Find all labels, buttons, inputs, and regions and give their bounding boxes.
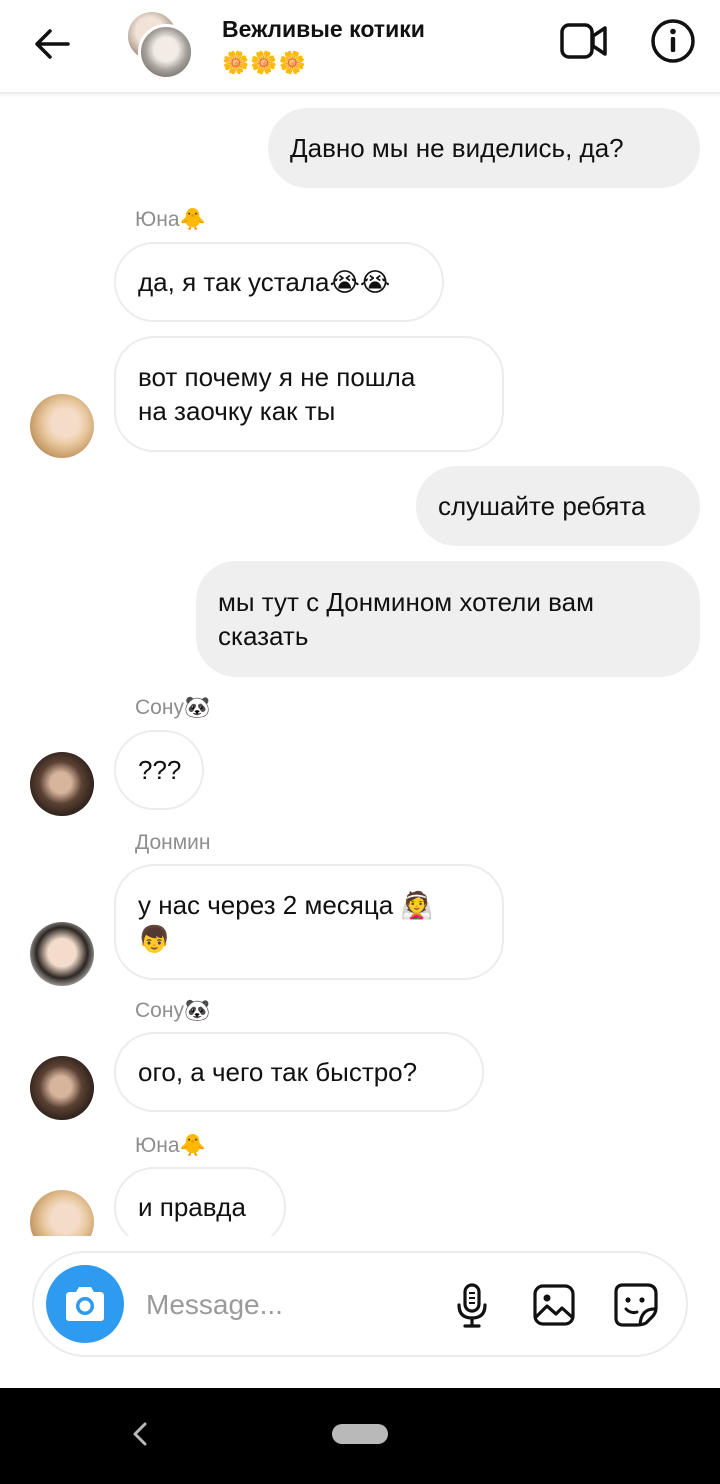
incoming-message[interactable]: да, я так устала😭😭	[114, 242, 444, 322]
gallery-icon	[533, 1284, 575, 1326]
outgoing-message[interactable]: Давно мы не виделись, да?	[268, 108, 700, 188]
sender-name: Юна🐥	[135, 208, 206, 231]
message-composer	[32, 1251, 688, 1357]
sender-name: Юна🐥	[135, 1134, 206, 1157]
gallery-button[interactable]	[530, 1281, 578, 1329]
info-icon	[651, 19, 695, 63]
outgoing-message[interactable]: слушайте ребята	[416, 466, 700, 546]
sender-name: Сону🐼	[135, 696, 211, 719]
outgoing-message[interactable]: мы тут с Донмином хотели вам сказать	[196, 561, 700, 677]
back-button[interactable]	[28, 20, 76, 68]
camera-icon	[66, 1287, 104, 1321]
video-camera-icon	[560, 23, 607, 59]
group-avatar[interactable]	[124, 10, 194, 80]
incoming-message[interactable]: ого, а чего так быстро?	[114, 1032, 484, 1112]
sender-name: Сону🐼	[135, 999, 211, 1022]
incoming-message[interactable]: и правда	[114, 1167, 286, 1236]
sender-name: Донмин	[135, 831, 211, 854]
avatar[interactable]	[30, 1056, 94, 1120]
message-input[interactable]	[144, 1279, 428, 1331]
sticker-icon	[614, 1283, 658, 1327]
camera-button[interactable]	[46, 1265, 124, 1343]
avatar[interactable]	[30, 1190, 94, 1236]
info-button[interactable]	[648, 16, 698, 66]
member-avatar	[138, 24, 194, 80]
avatar[interactable]	[30, 394, 94, 458]
incoming-message[interactable]: ???	[114, 730, 204, 810]
voice-message-button[interactable]	[450, 1281, 494, 1331]
avatar[interactable]	[30, 922, 94, 986]
chat-title[interactable]: Вежливые котики	[222, 16, 425, 43]
nav-back-button[interactable]	[122, 1410, 158, 1458]
message-thread[interactable]: Давно мы не виделись, да? Юна🐥 да, я так…	[0, 94, 720, 1236]
nav-back-icon	[133, 1422, 147, 1446]
home-pill[interactable]	[332, 1424, 388, 1444]
system-navigation-bar	[0, 1388, 720, 1484]
microphone-icon	[457, 1283, 487, 1328]
avatar[interactable]	[30, 752, 94, 816]
back-arrow-icon	[35, 29, 70, 59]
incoming-message[interactable]: у нас через 2 месяца 👰 👦	[114, 864, 504, 980]
video-call-button[interactable]	[556, 16, 612, 66]
sticker-button[interactable]	[612, 1281, 660, 1329]
chat-header: Вежливые котики 🌼🌼🌼	[0, 0, 720, 94]
chat-subtitle: 🌼🌼🌼	[222, 50, 308, 75]
incoming-message[interactable]: вот почему я не пошла на заочку как ты	[114, 336, 504, 452]
